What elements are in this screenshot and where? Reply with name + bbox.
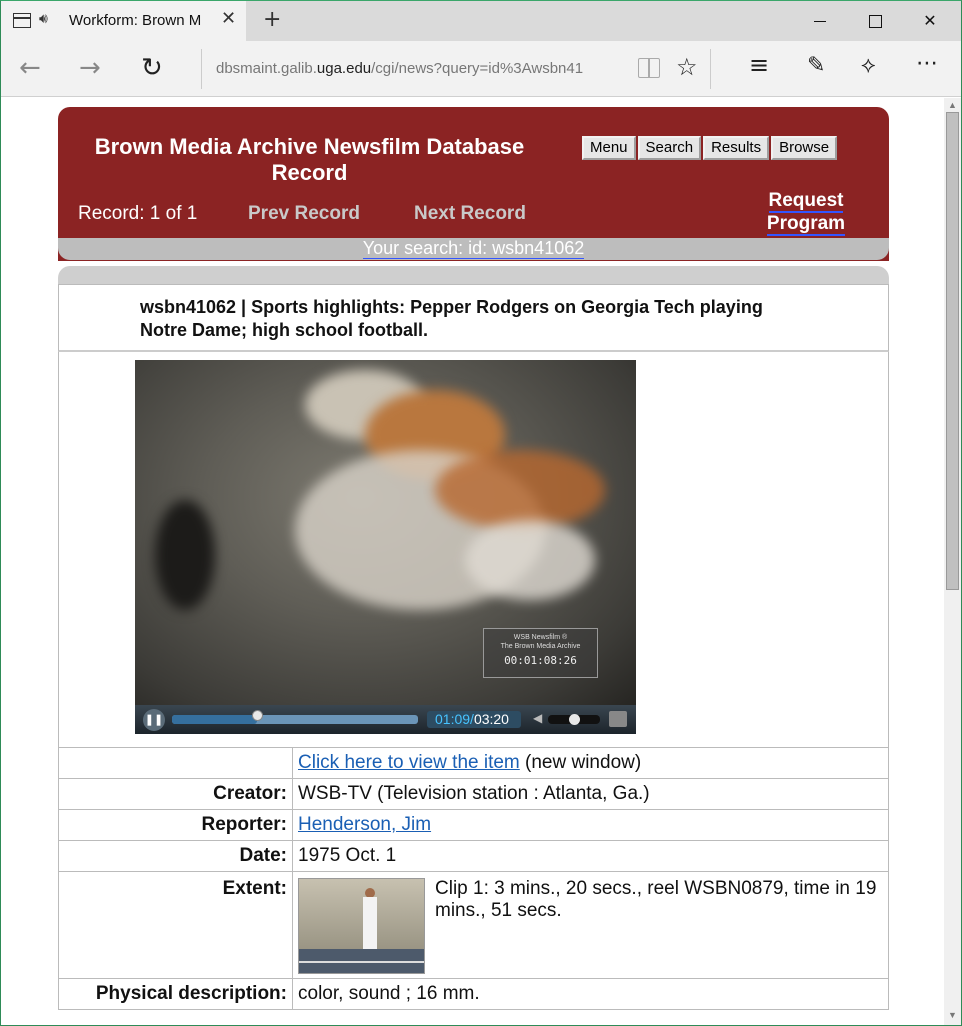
back-icon[interactable]: ←: [19, 53, 41, 83]
minimize-button[interactable]: [793, 1, 847, 41]
page-title: Brown Media Archive Newsfilm Database Re…: [94, 134, 525, 185]
tab-page-icon: [13, 13, 31, 28]
request-program-link[interactable]: Request Program: [758, 189, 854, 236]
browse-button[interactable]: Browse: [771, 136, 838, 160]
total-time: 03:20: [473, 711, 509, 727]
prev-record-link: Prev Record: [248, 203, 360, 224]
date-value: 1975 Oct. 1: [292, 840, 889, 872]
seek-bar[interactable]: [172, 715, 418, 724]
reporter-cell: Henderson, Jim: [292, 809, 889, 841]
request-label: Request: [768, 190, 844, 213]
video-player[interactable]: WSB Newsfilm ® The Brown Media Archive 0…: [135, 360, 636, 734]
physical-value: color, sound ; 16 mm.: [292, 978, 889, 1010]
current-time: 01:09/: [435, 711, 474, 727]
video-section: WSB Newsfilm ® The Brown Media Archive 0…: [58, 352, 889, 748]
timecode: 00:01:08:26: [504, 654, 577, 667]
url-text: dbsmaint.galib.uga.edu/cgi/news?query=id…: [216, 60, 583, 77]
watermark-line1: WSB Newsfilm ®: [513, 634, 568, 641]
fullscreen-icon[interactable]: [609, 711, 627, 727]
tab-bar: 🔊︎ Workform: Brown M ✕ + ✕: [1, 1, 961, 41]
url-prefix: dbsmaint.galib.: [216, 60, 317, 77]
tab-title: Workform: Brown M: [69, 12, 202, 29]
seek-handle[interactable]: [251, 710, 263, 721]
creator-value: WSB-TV (Television station : Atlanta, Ga…: [292, 778, 889, 810]
date-label: Date:: [58, 840, 293, 872]
watermark-line2: The Brown Media Archive: [500, 643, 581, 650]
refresh-icon[interactable]: ↻: [141, 53, 163, 83]
reporter-label: Reporter:: [58, 809, 293, 841]
view-item-link[interactable]: Click here to view the item: [298, 752, 520, 773]
empty-label: [58, 747, 293, 779]
browser-tab[interactable]: 🔊︎ Workform: Brown M ✕: [1, 1, 246, 41]
extent-label: Extent:: [58, 871, 293, 979]
reporter-link[interactable]: Henderson, Jim: [298, 814, 431, 835]
share-icon[interactable]: ⟡: [861, 53, 876, 78]
maximize-button[interactable]: [847, 1, 901, 41]
extent-value: Clip 1: 3 mins., 20 secs., reel WSBN0879…: [435, 878, 877, 921]
extent-cell: Clip 1: 3 mins., 20 secs., reel WSBN0879…: [292, 871, 889, 979]
reading-view-icon[interactable]: [638, 58, 660, 78]
web-page: Brown Media Archive Newsfilm Database Re…: [1, 98, 944, 1025]
view-item-note: (new window): [519, 752, 642, 773]
player-controls: ❚❚ 01:09/03:20 ◀: [135, 705, 636, 734]
forward-icon[interactable]: →: [79, 53, 101, 83]
record-title: wsbn41062 | Sports highlights: Pepper Ro…: [140, 297, 763, 340]
table-row: Reporter: Henderson, Jim: [58, 809, 889, 841]
vertical-scrollbar[interactable]: ▲ ▼: [944, 98, 961, 1025]
your-search-link[interactable]: Your search: id: wsbn41062: [58, 238, 889, 259]
browser-window: 🔊︎ Workform: Brown M ✕ + ✕ ← → ↻ dbsmain…: [0, 0, 962, 1026]
scroll-thumb[interactable]: [946, 112, 959, 590]
volume-handle[interactable]: [569, 714, 580, 725]
window-close-button[interactable]: ✕: [903, 1, 957, 41]
program-label: Program: [766, 213, 846, 236]
note-icon[interactable]: ✎: [807, 53, 825, 78]
table-row: Extent: Clip 1: 3 mins., 20 secs., reel …: [58, 871, 889, 979]
record-count: Record: 1 of 1: [78, 203, 198, 224]
your-search-text: Your search: id: wsbn41062: [362, 238, 585, 259]
metadata-table: Click here to view the item (new window)…: [58, 747, 889, 1010]
watermark: WSB Newsfilm ® The Brown Media Archive 0…: [483, 628, 598, 678]
view-item-cell: Click here to view the item (new window): [292, 747, 889, 779]
scroll-up-icon[interactable]: ▲: [948, 100, 957, 110]
results-button[interactable]: Results: [703, 136, 770, 160]
time-display: 01:09/03:20: [427, 711, 521, 728]
hub-icon[interactable]: ≡: [749, 51, 769, 79]
table-row: Physical description: color, sound ; 16 …: [58, 978, 889, 1010]
table-row: Click here to view the item (new window): [58, 747, 889, 779]
clip-thumbnail[interactable]: [298, 878, 425, 974]
more-icon[interactable]: ⋯: [916, 51, 938, 76]
scroll-down-icon[interactable]: ▼: [948, 1010, 957, 1020]
record-title-box: wsbn41062 | Sports highlights: Pepper Ro…: [58, 284, 889, 352]
table-row: Date: 1975 Oct. 1: [58, 840, 889, 872]
speaker-icon[interactable]: 🔊︎: [39, 11, 48, 27]
creator-label: Creator:: [58, 778, 293, 810]
url-domain: uga.edu: [316, 60, 372, 77]
header-buttons: Menu Search Results Browse: [582, 136, 838, 160]
video-frame: WSB Newsfilm ® The Brown Media Archive 0…: [135, 360, 636, 705]
physical-label: Physical description:: [58, 978, 293, 1010]
address-toolbar: ← → ↻ dbsmaint.galib.uga.edu/cgi/news?qu…: [1, 41, 961, 97]
volume-icon[interactable]: ◀: [533, 711, 542, 725]
pause-icon[interactable]: ❚❚: [143, 709, 165, 731]
record-band: [58, 266, 889, 284]
menu-button[interactable]: Menu: [582, 136, 636, 160]
star-icon[interactable]: ☆: [676, 53, 698, 81]
table-row: Creator: WSB-TV (Television station : At…: [58, 778, 889, 810]
plus-icon[interactable]: +: [263, 7, 281, 32]
url-suffix: /cgi/news?query=id%3Awsbn41: [371, 60, 584, 77]
search-button[interactable]: Search: [637, 136, 702, 160]
next-record-link: Next Record: [414, 203, 526, 224]
seek-played: [172, 715, 257, 724]
close-icon[interactable]: ✕: [221, 8, 236, 29]
address-bar[interactable]: dbsmaint.galib.uga.edu/cgi/news?query=id…: [201, 49, 711, 89]
